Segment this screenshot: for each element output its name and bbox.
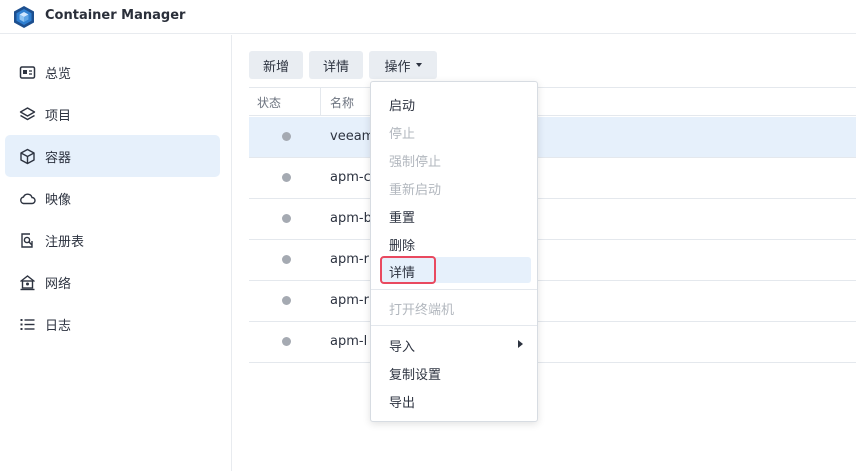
status-dot <box>282 337 291 346</box>
column-header-status[interactable]: 状态 <box>257 94 281 111</box>
status-dot <box>282 173 291 182</box>
status-dot <box>282 132 291 141</box>
container-manager-logo-icon <box>13 5 35 29</box>
action-button-label: 操作 <box>384 59 411 75</box>
menu-item-delete[interactable]: 删除 <box>380 230 531 256</box>
menu-item-reset[interactable]: 重置 <box>380 202 531 228</box>
table-row[interactable]: apm-c <box>249 158 856 199</box>
cloud-icon <box>19 190 36 207</box>
sidebar: 总览 项目 容器 映像 注册表 网络 日志 <box>0 35 232 471</box>
menu-item-export[interactable]: 导出 <box>380 387 531 413</box>
status-dot <box>282 296 291 305</box>
menu-item-open-terminal: 打开终端机 <box>389 303 455 318</box>
menu-separator <box>371 289 537 290</box>
menu-item-stop: 停止 <box>389 127 416 142</box>
overview-icon <box>19 64 36 81</box>
table-row[interactable]: apm-r <box>249 281 856 322</box>
menu-item-details[interactable]: 详情 <box>380 257 531 283</box>
column-header-name[interactable]: 名称 <box>330 94 354 111</box>
menu-item-copy-settings[interactable]: 复制设置 <box>380 359 531 385</box>
caret-down-icon <box>415 63 422 67</box>
sidebar-item-label: 项目 <box>45 109 72 124</box>
title-bar: Container Manager <box>0 0 856 34</box>
container-name: apm-l <box>330 334 368 349</box>
app-title: Container Manager <box>45 8 186 23</box>
home-network-icon <box>19 274 36 291</box>
container-name: apm-c <box>330 170 371 185</box>
sidebar-item-label: 注册表 <box>45 235 85 250</box>
status-dot <box>282 255 291 264</box>
registry-search-icon <box>19 232 36 249</box>
menu-item-import[interactable]: 导入 <box>380 331 531 357</box>
sidebar-item-label: 映像 <box>45 193 72 208</box>
status-dot <box>282 214 291 223</box>
sidebar-item-containers[interactable]: 容器 <box>5 135 220 177</box>
table-row[interactable]: apm-l <box>249 322 856 363</box>
table-row[interactable]: apm-r <box>249 240 856 281</box>
sidebar-item-label: 总览 <box>45 67 72 82</box>
table-header: 状态 名称 <box>249 87 856 116</box>
sidebar-item-network[interactable]: 网络 <box>5 261 220 303</box>
cube-icon <box>19 148 36 165</box>
sidebar-item-label: 容器 <box>45 151 72 166</box>
sidebar-item-logs[interactable]: 日志 <box>5 303 220 345</box>
sidebar-item-label: 网络 <box>45 277 72 292</box>
menu-item-force-stop: 强制停止 <box>389 155 442 170</box>
list-icon <box>19 316 36 333</box>
sidebar-item-projects[interactable]: 项目 <box>5 93 220 135</box>
details-button[interactable]: 详情 <box>309 51 363 79</box>
table-row[interactable]: apm-b <box>249 199 856 240</box>
column-divider <box>320 88 321 116</box>
sidebar-item-overview[interactable]: 总览 <box>5 51 220 93</box>
table-row[interactable]: veeam <box>249 117 856 158</box>
sidebar-item-images[interactable]: 映像 <box>5 177 220 219</box>
container-name: apm-r <box>330 293 369 308</box>
menu-item-start[interactable]: 启动 <box>380 90 531 116</box>
action-menu: 启动 停止 强制停止 重新启动 重置 删除 详情 打开终端机 导入 复制设置 导… <box>370 81 538 422</box>
add-button[interactable]: 新增 <box>249 51 303 79</box>
container-name: apm-r <box>330 252 369 267</box>
container-name: veeam <box>330 129 375 144</box>
submenu-arrow-icon <box>518 340 523 348</box>
action-dropdown-button[interactable]: 操作 <box>369 51 437 79</box>
menu-separator <box>371 325 537 326</box>
sidebar-item-label: 日志 <box>45 319 72 334</box>
sidebar-item-registry[interactable]: 注册表 <box>5 219 220 261</box>
layers-icon <box>19 106 36 123</box>
container-name: apm-b <box>330 211 372 226</box>
menu-item-restart: 重新启动 <box>389 183 442 198</box>
